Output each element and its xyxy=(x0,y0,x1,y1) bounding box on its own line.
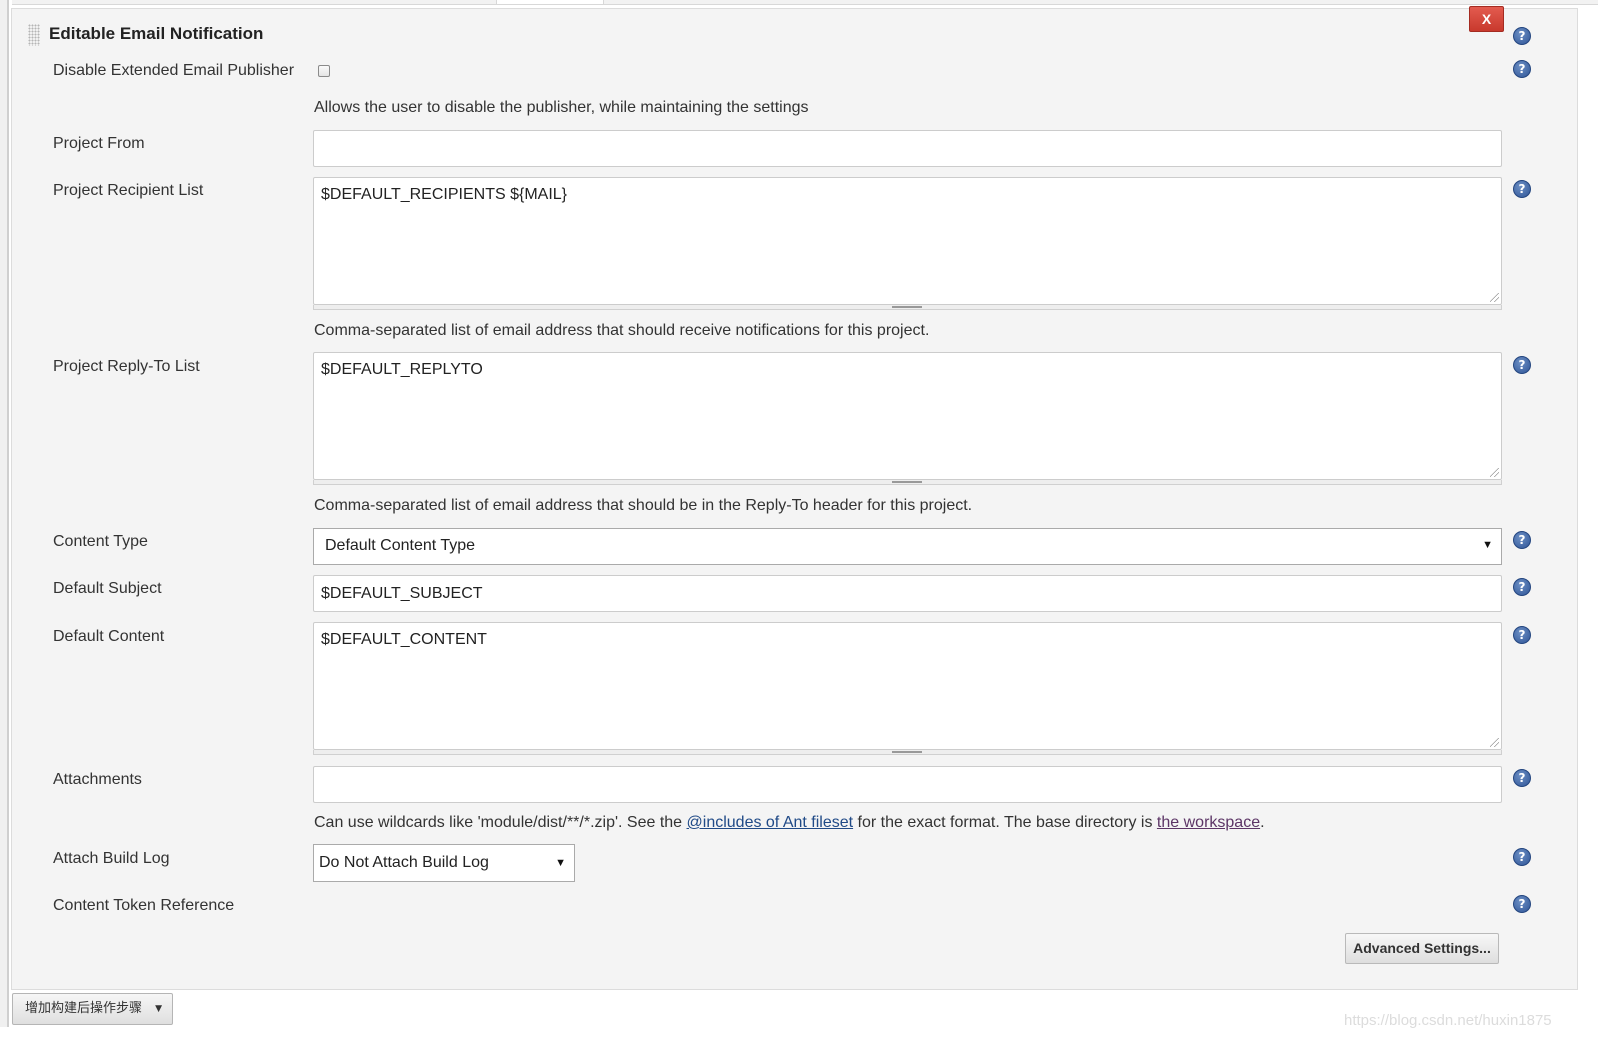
disable-publisher-description: Allows the user to disable the publisher… xyxy=(314,99,809,116)
caret-down-icon: ▼ xyxy=(1482,539,1493,551)
content-type-select[interactable]: Default Content Type ▼ xyxy=(313,528,1502,565)
add-post-build-step-label: 增加构建后操作步骤 xyxy=(25,1001,143,1016)
top-tab-active xyxy=(496,0,604,4)
watermark-text: https://blog.csdn.net/huxin1875 xyxy=(1344,1012,1552,1029)
reply-to-list-value: $DEFAULT_REPLYTO xyxy=(321,361,483,378)
delete-section-button[interactable]: X xyxy=(1469,6,1504,32)
content-type-selected: Default Content Type xyxy=(325,537,476,554)
help-icon[interactable]: ? xyxy=(1513,60,1531,78)
resize-grip-icon[interactable] xyxy=(1490,468,1499,477)
help-icon[interactable]: ? xyxy=(1513,626,1531,644)
textarea-resize-bar[interactable] xyxy=(313,305,1502,310)
attachments-input[interactable] xyxy=(313,766,1502,803)
content-token-reference-label: Content Token Reference xyxy=(53,897,235,914)
attachments-desc-text: . xyxy=(1260,814,1265,831)
left-scroll-edge xyxy=(0,0,9,1027)
default-subject-input[interactable]: $DEFAULT_SUBJECT xyxy=(313,575,1502,612)
default-content-textarea[interactable]: $DEFAULT_CONTENT xyxy=(313,622,1502,750)
attach-build-log-selected: Do Not Attach Build Log xyxy=(319,854,489,871)
project-from-input[interactable] xyxy=(313,130,1502,167)
recipient-list-value: $DEFAULT_RECIPIENTS ${MAIL} xyxy=(321,186,568,203)
help-icon[interactable]: ? xyxy=(1513,356,1531,374)
recipient-list-textarea[interactable]: $DEFAULT_RECIPIENTS ${MAIL} xyxy=(313,177,1502,305)
help-icon[interactable]: ? xyxy=(1513,578,1531,596)
advanced-settings-button[interactable]: Advanced Settings... xyxy=(1345,933,1499,964)
recipient-list-label: Project Recipient List xyxy=(53,182,204,199)
add-post-build-step-button[interactable]: 增加构建后操作步骤 ▼ xyxy=(12,993,173,1025)
disable-publisher-label: Disable Extended Email Publisher xyxy=(53,62,295,79)
attachments-label: Attachments xyxy=(53,771,142,788)
help-icon[interactable]: ? xyxy=(1513,848,1531,866)
disable-publisher-checkbox[interactable] xyxy=(318,65,330,77)
help-icon[interactable]: ? xyxy=(1513,531,1531,549)
caret-down-icon: ▼ xyxy=(155,1004,162,1014)
content-type-label: Content Type xyxy=(53,533,148,550)
section-title: Editable Email Notification xyxy=(49,24,264,43)
help-icon[interactable]: ? xyxy=(1513,27,1531,45)
textarea-resize-bar[interactable] xyxy=(313,750,1502,755)
ant-fileset-link[interactable]: @includes of Ant fileset xyxy=(687,814,854,831)
reply-to-list-textarea[interactable]: $DEFAULT_REPLYTO xyxy=(313,352,1502,480)
caret-down-icon: ▼ xyxy=(555,857,566,869)
top-tab-strip xyxy=(12,0,1598,5)
default-content-label: Default Content xyxy=(53,628,165,645)
attach-build-log-select[interactable]: Do Not Attach Build Log ▼ xyxy=(313,844,575,882)
resize-grip-icon[interactable] xyxy=(1490,293,1499,302)
resize-grip-icon[interactable] xyxy=(1490,738,1499,747)
help-icon[interactable]: ? xyxy=(1513,895,1531,913)
attachments-desc-text: for the exact format. The base directory… xyxy=(853,814,1157,831)
recipient-list-description: Comma-separated list of email address th… xyxy=(314,322,930,339)
reply-to-list-label: Project Reply-To List xyxy=(53,358,200,375)
default-subject-label: Default Subject xyxy=(53,580,162,597)
help-icon[interactable]: ? xyxy=(1513,769,1531,787)
attachments-description: Can use wildcards like 'module/dist/**/*… xyxy=(314,814,1265,832)
attachments-desc-text: Can use wildcards like 'module/dist/**/*… xyxy=(314,814,687,831)
drag-handle-icon[interactable] xyxy=(28,24,40,46)
reply-to-list-description: Comma-separated list of email address th… xyxy=(314,497,973,514)
project-from-label: Project From xyxy=(53,135,145,152)
default-content-value: $DEFAULT_CONTENT xyxy=(321,631,487,648)
workspace-link[interactable]: the workspace xyxy=(1157,814,1260,831)
textarea-resize-bar[interactable] xyxy=(313,480,1502,485)
attach-build-log-label: Attach Build Log xyxy=(53,850,170,867)
help-icon[interactable]: ? xyxy=(1513,180,1531,198)
